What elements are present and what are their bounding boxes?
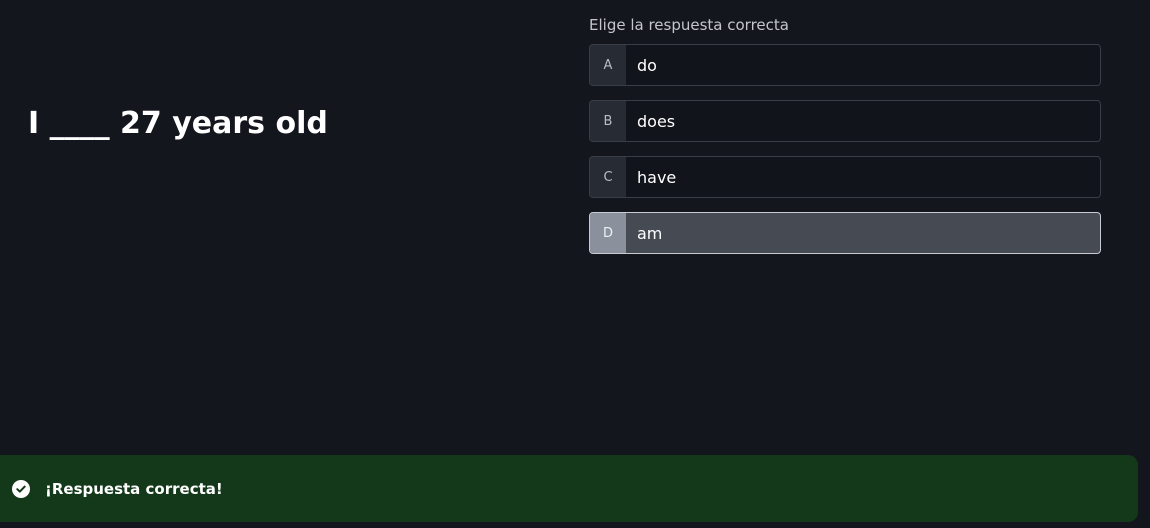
option-text: do xyxy=(637,55,657,75)
question-text: I ____ 27 years old xyxy=(28,106,328,141)
option-text: does xyxy=(637,111,676,131)
option-letter: B xyxy=(590,101,626,141)
check-circle-icon xyxy=(12,479,30,498)
answer-options: A do B does C have D am xyxy=(589,44,1101,268)
quiz-page: I ____ 27 years old Elige la respuesta c… xyxy=(0,0,1150,528)
instructions-label: Elige la respuesta correcta xyxy=(589,16,789,34)
option-b[interactable]: B does xyxy=(589,100,1101,142)
option-letter: A xyxy=(590,45,626,85)
option-letter: D xyxy=(590,213,626,253)
option-text: am xyxy=(637,223,663,243)
option-c[interactable]: C have xyxy=(589,156,1101,198)
option-a[interactable]: A do xyxy=(589,44,1101,86)
feedback-message: ¡Respuesta correcta! xyxy=(45,479,223,498)
option-letter: C xyxy=(590,157,626,197)
feedback-toast: ¡Respuesta correcta! xyxy=(0,455,1138,522)
option-d[interactable]: D am xyxy=(589,212,1101,254)
option-text: have xyxy=(637,167,677,187)
